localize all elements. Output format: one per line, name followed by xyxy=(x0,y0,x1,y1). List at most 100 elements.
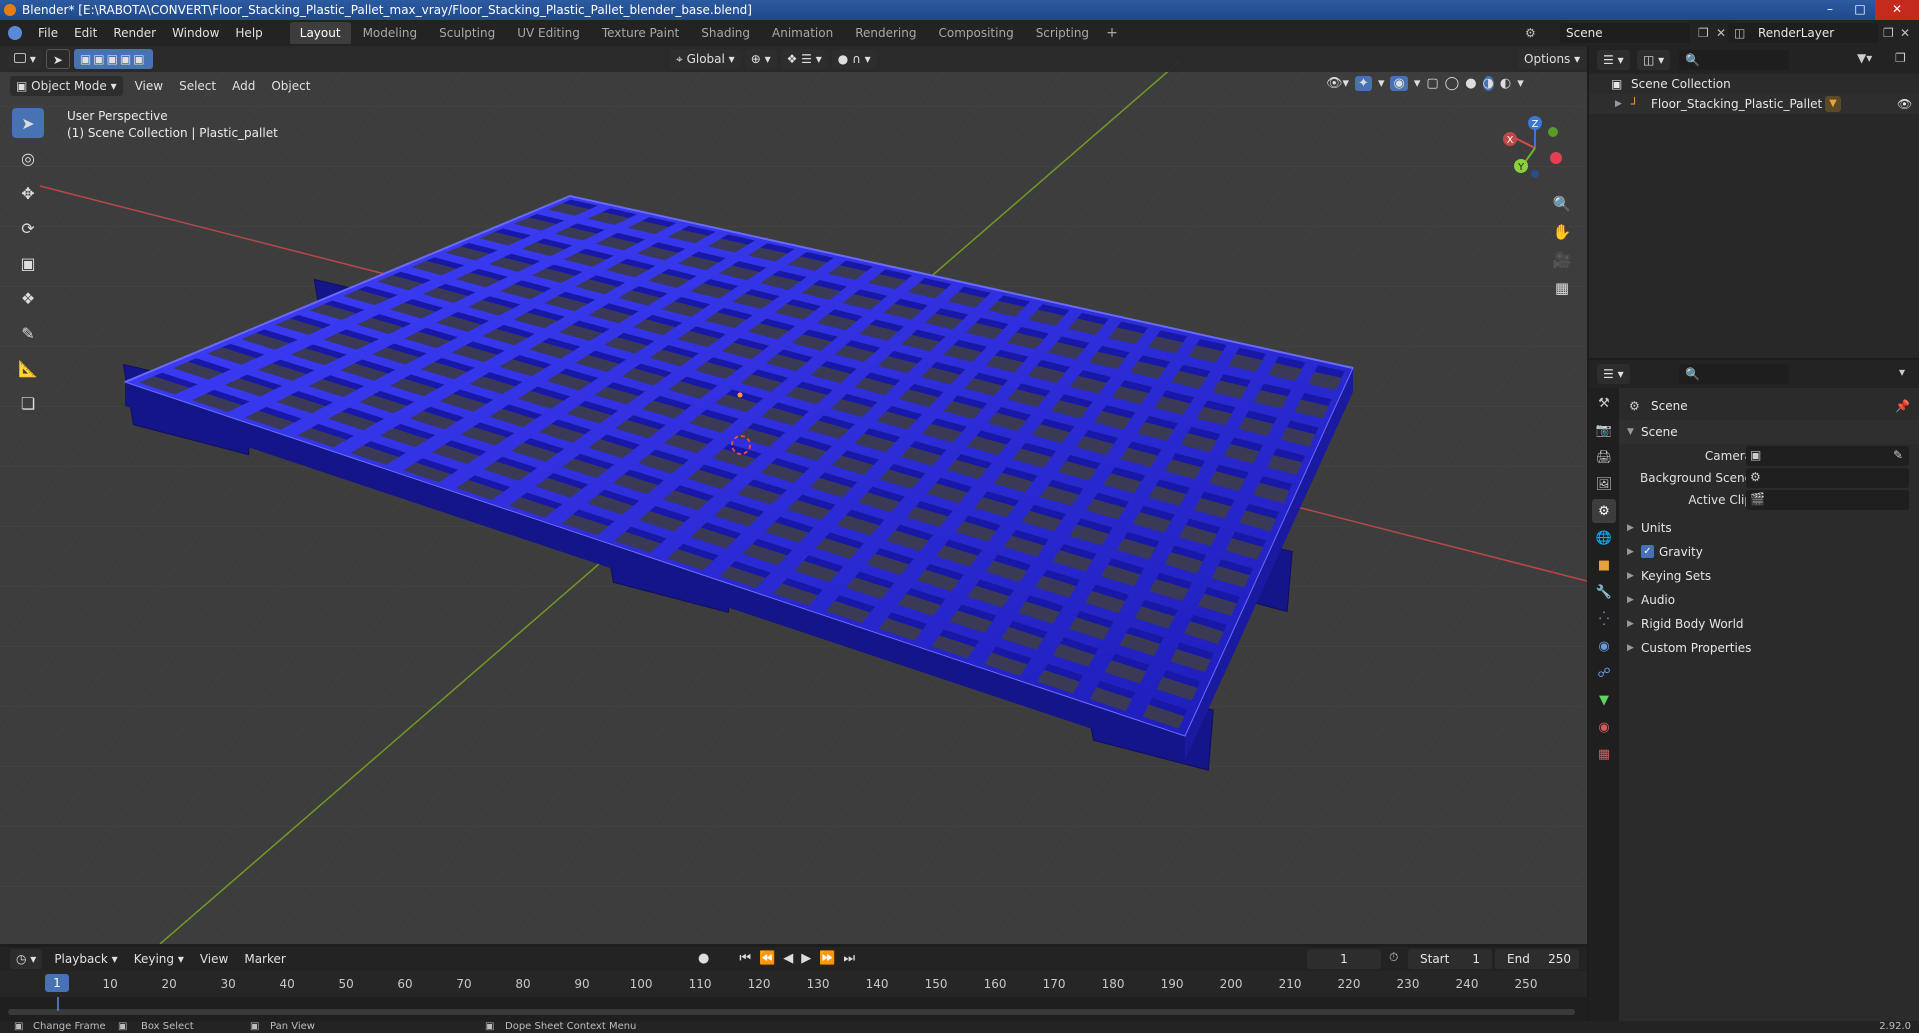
scale-tool-icon[interactable]: ▣ xyxy=(12,248,44,278)
solid-shading-icon[interactable]: ● xyxy=(1465,76,1476,91)
move-tool-icon[interactable]: ✥ xyxy=(12,178,44,208)
tab-shading[interactable]: Shading xyxy=(691,22,760,44)
timeline-ruler[interactable]: 1 10 20 30 40 50 60 70 80 90 100 110 120 130 140 150 160… xyxy=(0,971,1587,997)
start-frame-field[interactable]: Start 1 xyxy=(1408,949,1492,969)
pin-icon[interactable]: 📌 xyxy=(1895,399,1910,413)
tool-tab-icon[interactable]: ⚒ xyxy=(1592,391,1616,415)
timeline-scrollbar[interactable] xyxy=(8,1009,1575,1015)
mode-select[interactable]: ▣ Object Mode ▾ xyxy=(10,76,123,96)
visibility-icon[interactable]: 👁▾ xyxy=(1326,76,1349,91)
pan-hand-icon[interactable]: ✋ xyxy=(1548,218,1576,246)
scene-tab-icon[interactable]: ⚙ xyxy=(1592,499,1616,523)
pivot-point-select[interactable]: ⊕ ▾ xyxy=(744,49,777,69)
material-shading-icon[interactable]: ◑ xyxy=(1482,76,1494,91)
tab-sculpting[interactable]: Sculpting xyxy=(429,22,505,44)
material-tab-icon[interactable]: ◉ xyxy=(1592,715,1616,739)
close-button[interactable]: ✕ xyxy=(1875,0,1919,20)
outliner-row-scene-collection[interactable]: ▣ Scene Collection xyxy=(1589,74,1919,94)
world-tab-icon[interactable]: 🌐 xyxy=(1592,526,1616,550)
object-tab-icon[interactable]: ■ xyxy=(1592,553,1616,577)
visibility-eye-icon[interactable]: 👁 xyxy=(1897,94,1912,114)
units-panel-header[interactable]: ▶ Units xyxy=(1619,516,1919,540)
stopwatch-icon[interactable]: ⏱ xyxy=(1389,950,1398,965)
physics-tab-icon[interactable]: ◉ xyxy=(1592,634,1616,658)
eyedropper-icon[interactable]: ✎ xyxy=(1893,448,1903,462)
camera-field[interactable]: ▣ ✎ xyxy=(1746,446,1909,466)
constraints-tab-icon[interactable]: ☍ xyxy=(1592,661,1616,685)
audio-panel-header[interactable]: ▶ Audio xyxy=(1619,588,1919,612)
tab-animation[interactable]: Animation xyxy=(762,22,843,44)
renderlayer-selector[interactable]: ◫ RenderLayer xyxy=(1728,23,1878,43)
properties-search-input[interactable]: 🔍 xyxy=(1679,364,1789,384)
view-layer-tab-icon[interactable]: 🖼 xyxy=(1592,472,1616,496)
tab-modeling[interactable]: Modeling xyxy=(353,22,428,44)
properties-editor-type[interactable]: ☰ ▾ xyxy=(1597,364,1630,384)
delete-scene-icon[interactable]: ✕ xyxy=(1716,26,1726,40)
xray-toggle-icon[interactable]: ▢ xyxy=(1426,76,1438,91)
jump-start-icon[interactable]: ⏮ xyxy=(739,949,751,969)
record-icon[interactable]: ● xyxy=(698,949,709,969)
minimize-button[interactable]: – xyxy=(1815,0,1845,20)
rigid-body-panel-header[interactable]: ▶ Rigid Body World xyxy=(1619,612,1919,636)
zoom-icon[interactable]: 🔍 xyxy=(1548,190,1576,218)
gizmo-toggle-icon[interactable]: ✦ xyxy=(1355,76,1372,91)
tab-layout[interactable]: Layout xyxy=(289,22,351,44)
texture-tab-icon[interactable]: ▦ xyxy=(1592,742,1616,766)
viewport-menu-select[interactable]: Select xyxy=(171,76,224,96)
viewport-menu-add[interactable]: Add xyxy=(224,76,263,96)
modifier-tab-icon[interactable]: 🔧 xyxy=(1592,580,1616,604)
viewport-menu-object[interactable]: Object xyxy=(263,76,318,96)
cursor-tool-icon[interactable]: ◎ xyxy=(12,143,44,173)
rendered-shading-icon[interactable]: ◐ xyxy=(1500,76,1511,91)
chevron-down-icon[interactable]: ▾ xyxy=(1899,365,1905,379)
snap-toggle[interactable]: ❖ ☰ ▾ xyxy=(780,49,828,69)
outliner-search-input[interactable]: 🔍 xyxy=(1679,50,1789,70)
render-tab-icon[interactable]: 📷 xyxy=(1592,418,1616,442)
keying-sets-panel-header[interactable]: ▶ Keying Sets xyxy=(1619,564,1919,588)
timeline-menu-view[interactable]: View xyxy=(192,949,236,969)
navigation-gizmo[interactable]: Z X Y xyxy=(1490,110,1580,190)
rotate-tool-icon[interactable]: ⟳ xyxy=(12,213,44,243)
timeline-menu-playback[interactable]: Playback ▾ xyxy=(46,949,125,969)
outliner-row-pallet[interactable]: ▶ ┘ Floor_Stacking_Plastic_Pallet ▼ 👁 xyxy=(1589,94,1919,114)
menu-file[interactable]: File xyxy=(30,20,66,46)
select-mode-buttons[interactable]: ▣▣▣▣▣ xyxy=(73,49,153,69)
new-renderlayer-icon[interactable]: ❐ xyxy=(1883,26,1894,40)
custom-properties-panel-header[interactable]: ▶ Custom Properties xyxy=(1619,636,1919,660)
scene-selector[interactable]: Scene xyxy=(1560,23,1690,43)
ortho-grid-icon[interactable]: ▦ xyxy=(1548,274,1576,302)
menu-edit[interactable]: Edit xyxy=(66,20,105,46)
select-tool-button[interactable]: ➤ xyxy=(45,49,70,69)
gravity-checkbox[interactable]: ✓ xyxy=(1641,545,1654,558)
add-cube-tool-icon[interactable]: ❏ xyxy=(12,388,44,418)
timeline-editor-type-button[interactable]: ◷ ▾ xyxy=(10,949,43,969)
active-clip-field[interactable]: 🎬 xyxy=(1746,490,1909,510)
3d-viewport[interactable] xyxy=(0,46,1587,944)
menu-window[interactable]: Window xyxy=(164,20,227,46)
new-collection-icon[interactable]: ❐ xyxy=(1895,51,1906,65)
timeline-menu-keying[interactable]: Keying ▾ xyxy=(126,949,192,969)
wireframe-shading-icon[interactable]: ◯ xyxy=(1445,76,1460,91)
tab-texture-paint[interactable]: Texture Paint xyxy=(592,22,689,44)
viewport-scene[interactable] xyxy=(0,46,1587,944)
transform-orientation-select[interactable]: ⌖ Global ▾ xyxy=(670,49,741,69)
end-frame-field[interactable]: End 250 xyxy=(1495,949,1579,969)
tab-compositing[interactable]: Compositing xyxy=(928,22,1023,44)
timeline-area[interactable] xyxy=(0,997,1587,1021)
maximize-button[interactable]: □ xyxy=(1845,0,1875,20)
viewport-menu-view[interactable]: View xyxy=(127,76,171,96)
current-frame-field[interactable]: 1 xyxy=(1307,949,1381,969)
new-scene-icon[interactable]: ❐ xyxy=(1698,26,1709,40)
tab-scripting[interactable]: Scripting xyxy=(1026,22,1099,44)
gravity-panel-header[interactable]: ▶ ✓ Gravity xyxy=(1619,540,1919,564)
menu-help[interactable]: Help xyxy=(227,20,270,46)
timeline-menu-marker[interactable]: Marker xyxy=(236,949,293,969)
prev-keyframe-icon[interactable]: ⏪ xyxy=(759,949,775,969)
blender-menu-button[interactable] xyxy=(0,20,30,46)
transform-tool-icon[interactable]: ❖ xyxy=(12,283,44,313)
outliner-editor-type[interactable]: ☰ ▾ xyxy=(1597,50,1630,70)
editor-type-button[interactable]: ▾ xyxy=(8,49,42,69)
proportional-edit-toggle[interactable]: ● ∩ ▾ xyxy=(831,49,877,69)
camera-view-icon[interactable]: 🎥 xyxy=(1548,246,1576,274)
outliner[interactable]: ▣ Scene Collection ▶ ┘ Floor_Stacking_Pl… xyxy=(1589,46,1919,358)
